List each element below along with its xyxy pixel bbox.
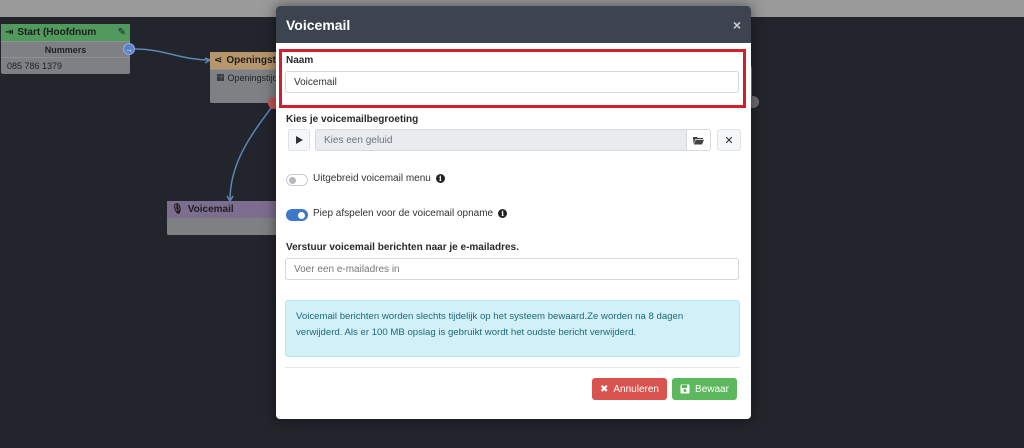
- extended-menu-label: Uitgebreid voicemail menu: [313, 173, 431, 184]
- calendar-icon: ▦: [216, 72, 225, 82]
- play-icon: [296, 136, 303, 144]
- microphone-icon: 🎙: [171, 204, 184, 215]
- email-input[interactable]: [285, 258, 739, 280]
- name-input[interactable]: [285, 71, 739, 93]
- voicemail-node[interactable]: 🎙 Voicemail: [167, 201, 277, 235]
- start-node-number: 085 786 1379: [1, 57, 130, 73]
- cancel-label: Annuleren: [613, 383, 659, 395]
- play-button[interactable]: [288, 129, 310, 151]
- footer-divider: [285, 367, 740, 368]
- start-node-row-header: Nummers: [1, 41, 130, 57]
- enter-icon: ⇥: [5, 27, 14, 38]
- start-node-title: Start (Hoofdnum: [17, 27, 97, 38]
- edit-icon[interactable]: ✎: [118, 27, 126, 38]
- info-icon[interactable]: i: [498, 209, 508, 218]
- modal-title: Voicemail: [286, 16, 351, 33]
- start-node[interactable]: ⇥ Start (Hoofdnum ✎ Nummers 085 786 1379: [1, 24, 130, 74]
- cancel-icon: ✖: [600, 383, 609, 395]
- close-icon[interactable]: ×: [733, 17, 741, 33]
- voicemail-modal: Voicemail × Naam Kies je voicemailbegroe…: [276, 6, 751, 419]
- beep-label: Piep afspelen voor de voicemail opname: [313, 208, 494, 219]
- share-icon: ⋖: [214, 55, 223, 66]
- save-button[interactable]: Bewaar: [672, 378, 737, 400]
- opening-node-title: Openingsti: [226, 55, 278, 66]
- modal-header: Voicemail ×: [276, 6, 751, 43]
- opening-node-row-label: Openingstijden: [227, 72, 278, 83]
- close-icon: ✕: [724, 134, 734, 147]
- greeting-label: Kies je voicemailbegroeting: [286, 114, 419, 125]
- voicemail-node-title: Voicemail: [187, 204, 234, 215]
- folder-open-icon: [693, 136, 704, 144]
- beep-toggle[interactable]: [286, 209, 308, 221]
- folder-open-button[interactable]: [686, 129, 711, 151]
- extended-menu-toggle[interactable]: [286, 174, 308, 186]
- info-icon[interactable]: i: [435, 174, 445, 183]
- greeting-sound-field[interactable]: Kies een geluid: [315, 129, 687, 151]
- opening-hours-node[interactable]: ⋖ Openingsti ▦ Openingstijden: [210, 52, 278, 103]
- save-label: Bewaar: [695, 383, 729, 395]
- start-node-output-port[interactable]: →: [123, 43, 135, 55]
- name-label: Naam: [286, 55, 314, 66]
- floppy-disk-icon: [680, 384, 690, 394]
- cancel-button[interactable]: ✖ Annuleren: [592, 378, 667, 400]
- storage-info-alert: Voicemail berichten worden slechts tijde…: [285, 300, 740, 357]
- clear-sound-button[interactable]: ✕: [717, 129, 741, 151]
- email-label: Verstuur voicemail berichten naar je e-m…: [286, 242, 519, 253]
